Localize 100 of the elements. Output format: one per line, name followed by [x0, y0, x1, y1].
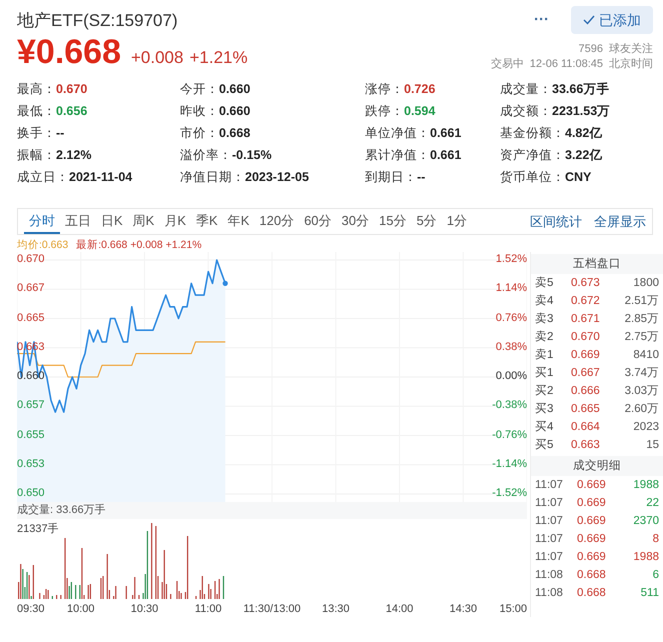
chart-tab[interactable]: 60分 — [299, 209, 337, 234]
order-level-label: 卖1 — [535, 348, 554, 363]
stat-item: 最高：0.670 — [17, 81, 88, 98]
percent-axis-label: 1.14% — [496, 283, 527, 294]
percent-axis-label: 0.00% — [496, 371, 527, 382]
trade-price: 0.668 — [577, 586, 607, 601]
y-axis-label: 0.650 — [17, 488, 45, 499]
follower-label: 球友关注 — [609, 42, 653, 57]
stat-item: 成交量：33.66万手 — [500, 81, 610, 98]
y-axis-label: 0.660 — [17, 371, 45, 382]
trade-price: 0.669 — [577, 550, 607, 565]
legend-entry: 最新:0.668 +0.008 +1.21% — [76, 238, 202, 252]
stat-item: 到期日：-- — [365, 169, 426, 186]
current-price: ¥0.668 — [17, 32, 121, 72]
time-axis-label: 11:30/13:00 — [243, 602, 301, 617]
y-axis-label: 0.665 — [17, 312, 45, 324]
percent-axis-label: -0.76% — [492, 430, 527, 440]
trade-time: 11:07 — [535, 532, 564, 547]
order-level-label: 买5 — [535, 438, 554, 453]
order-price: 0.671 — [571, 312, 601, 327]
time-axis-label: 09:30 — [17, 602, 45, 617]
order-volume: 1800 — [632, 276, 659, 291]
order-level-label: 卖3 — [535, 312, 554, 327]
stat-item: 成立日：2021-11-04 — [17, 169, 132, 186]
stat-item: 溢价率：-0.15% — [180, 147, 272, 164]
more-button[interactable]: ··· — [534, 8, 549, 32]
trade-volume: 2370 — [632, 514, 659, 529]
percent-axis-label: 1.52% — [496, 254, 527, 265]
trade-volume: 6 — [652, 568, 659, 583]
stat-item: 今开：0.660 — [180, 81, 250, 98]
stat-item: 单位净值：0.661 — [365, 125, 462, 142]
stat-item: 跌停：0.594 — [365, 103, 436, 120]
chart-tab[interactable]: 日K — [96, 209, 128, 234]
stock-title: 地产ETF(SZ:159707) — [17, 10, 178, 32]
stat-item: 成交额：2231.53万 — [500, 103, 610, 120]
trade-volume: 1988 — [632, 550, 659, 565]
chart-tab[interactable]: 15分 — [374, 209, 412, 234]
order-volume: 15 — [645, 438, 659, 453]
timezone-label: 北京时间 — [609, 57, 653, 72]
y-axis-label: 0.655 — [17, 430, 45, 440]
chart-tab[interactable]: 1分 — [442, 209, 472, 234]
percent-axis-label: 0.76% — [496, 312, 527, 324]
chart-tab[interactable]: 季K — [191, 209, 223, 234]
check-icon — [583, 15, 595, 25]
trade-time: 11:07 — [535, 514, 564, 529]
y-axis-label: 0.670 — [17, 254, 45, 265]
order-level-label: 买4 — [535, 420, 554, 435]
chart-tab[interactable]: 月K — [159, 209, 192, 234]
chart-tab[interactable]: 周K — [128, 209, 160, 234]
order-price: 0.664 — [571, 420, 601, 435]
trade-volume: 1988 — [632, 478, 659, 493]
trade-price: 0.669 — [577, 496, 607, 511]
stat-item: 昨收：0.660 — [180, 103, 250, 120]
time-axis-label: 15:00 — [499, 602, 527, 617]
y-axis-label: 0.653 — [17, 458, 45, 470]
stat-item: 净值日期：2023-12-05 — [180, 169, 309, 186]
trade-volume: 8 — [652, 532, 659, 547]
order-level-label: 卖2 — [535, 330, 554, 345]
order-level-label: 卖4 — [535, 294, 554, 309]
price-change: +0.008 — [131, 47, 184, 69]
trade-volume: 511 — [640, 586, 659, 601]
y-axis-label: 0.667 — [17, 283, 45, 294]
volume-header: 成交量: 33.66万手 — [17, 502, 527, 519]
trades-header: 成交明细 — [531, 456, 663, 476]
order-volume: 2023 — [632, 420, 659, 435]
chart-tab[interactable]: 5分 — [411, 209, 442, 234]
chart-link[interactable]: 区间统计 — [530, 212, 582, 232]
chart-tab[interactable]: 年K — [222, 209, 254, 234]
y-axis-label: 0.657 — [17, 400, 45, 412]
trade-time: 11:08 — [535, 586, 564, 601]
trade-volume: 22 — [645, 496, 659, 511]
order-book-header: 五档盘口 — [531, 254, 663, 274]
percent-axis-label: -0.38% — [492, 400, 527, 412]
trade-price: 0.668 — [577, 568, 607, 583]
order-volume: 3.03万 — [624, 384, 659, 399]
time-axis-label: 14:30 — [449, 602, 478, 617]
order-price: 0.665 — [571, 402, 601, 417]
order-volume: 2.60万 — [624, 402, 659, 417]
stat-item: 振幅：2.12% — [17, 147, 92, 164]
chart-tab[interactable]: 分时 — [24, 209, 60, 234]
order-price: 0.672 — [571, 294, 601, 309]
chart-tab[interactable]: 120分 — [254, 209, 300, 234]
order-level-label: 买1 — [535, 366, 554, 381]
trade-time: 11:08 — [535, 568, 564, 583]
chart-link[interactable]: 全屏显示 — [594, 212, 646, 232]
trade-time: 11:07 — [535, 550, 564, 565]
chart-tab[interactable]: 五日 — [60, 209, 96, 234]
stat-item: 货币单位：CNY — [500, 169, 592, 186]
stat-item: 换手：-- — [17, 125, 64, 142]
time-axis-label: 10:00 — [66, 602, 95, 617]
order-price: 0.673 — [571, 276, 601, 291]
chart-tab[interactable]: 30分 — [336, 209, 374, 234]
stat-item: 累计净值：0.661 — [365, 147, 462, 164]
order-price: 0.663 — [571, 438, 601, 453]
percent-axis-label: 0.38% — [496, 342, 527, 353]
legend-entry: 均价:0.663 — [17, 238, 68, 252]
order-price: 0.667 — [571, 366, 601, 381]
order-price: 0.670 — [571, 330, 601, 345]
order-volume: 2.85万 — [624, 312, 659, 327]
follow-button[interactable]: 已添加 — [571, 6, 653, 34]
